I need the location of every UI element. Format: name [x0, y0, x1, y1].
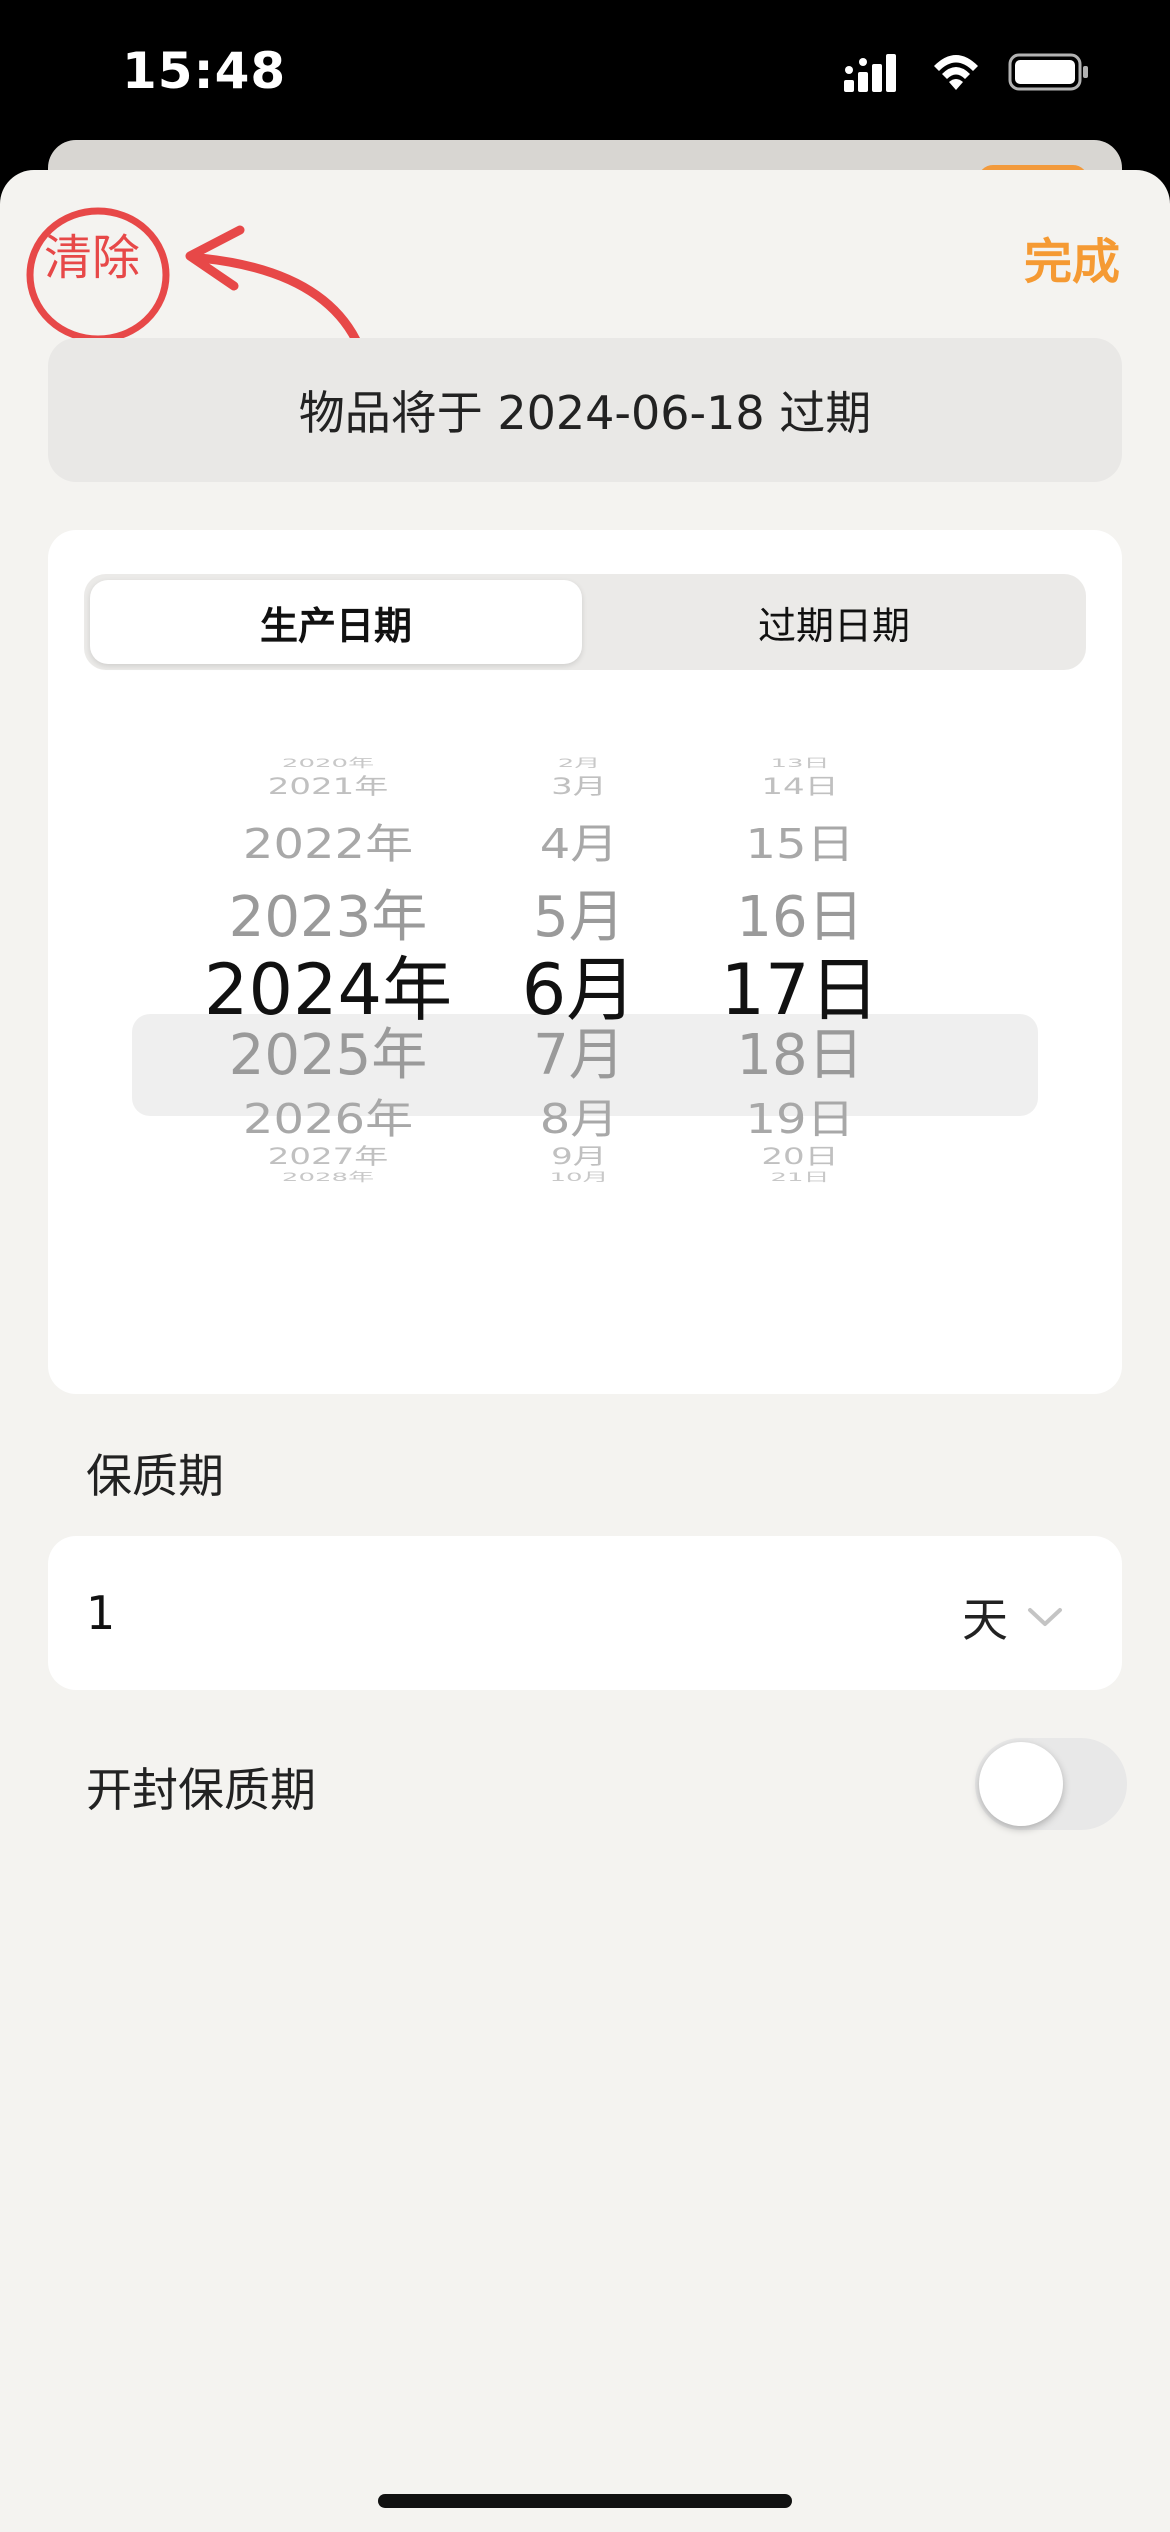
picker-item[interactable]: 2021年 [198, 769, 458, 801]
status-icons [844, 52, 1090, 92]
month-column[interactable]: 2月 3月 4月 5月 6月 7月 8月 9月 10月 [504, 750, 654, 1290]
picker-item[interactable]: 15日 [700, 810, 900, 870]
day-column[interactable]: 13日 14日 15日 16日 17日 18日 19日 20日 21日 [700, 750, 900, 1290]
shelf-life-unit-label: 天 [962, 1593, 1008, 1647]
opened-shelf-life-toggle[interactable] [975, 1738, 1127, 1830]
picker-item[interactable]: 2027年 [198, 1139, 458, 1171]
segment-expiry-date[interactable]: 过期日期 [588, 580, 1080, 664]
shelf-life-row: 1 天 [48, 1536, 1122, 1690]
expiry-banner: 物品将于 2024-06-18 过期 [48, 338, 1122, 482]
picker-item[interactable]: 9月 [504, 1139, 654, 1171]
year-column[interactable]: 2020年 2021年 2022年 2023年 2024年 2025年 2026… [198, 750, 458, 1290]
picker-item[interactable]: 2028年 [198, 1168, 458, 1185]
opened-shelf-life-label: 开封保质期 [86, 1763, 316, 1817]
picker-item[interactable]: 21日 [700, 1168, 900, 1185]
status-bar: 15:48 [0, 0, 1170, 150]
shelf-life-unit-select[interactable]: 天 [962, 1584, 1064, 1650]
expiry-banner-text: 物品将于 2024-06-18 过期 [298, 386, 872, 440]
picker-item[interactable]: 2022年 [198, 810, 458, 870]
date-sheet: 清除 完成 物品将于 2024-06-18 过期 生产日期 过期日期 2020年… [0, 170, 1170, 2532]
picker-item[interactable]: 2026年 [198, 1085, 458, 1145]
segment-production-date[interactable]: 生产日期 [90, 580, 582, 664]
picker-item[interactable]: 4月 [504, 810, 654, 870]
clear-button[interactable]: 清除 [44, 218, 140, 288]
shelf-life-input[interactable]: 1 [86, 1586, 115, 1640]
date-picker-card: 生产日期 过期日期 2020年 2021年 2022年 2023年 2024年 … [48, 530, 1122, 1394]
date-wheel-picker[interactable]: 2020年 2021年 2022年 2023年 2024年 2025年 2026… [48, 750, 1122, 1290]
picker-item[interactable]: 2025年 [198, 1010, 458, 1091]
status-time: 15:48 [122, 42, 287, 100]
chevron-down-icon [1028, 1608, 1062, 1626]
picker-item[interactable]: 7月 [504, 1010, 654, 1091]
cellular-signal-icon [844, 54, 896, 92]
picker-item[interactable]: 10月 [504, 1168, 654, 1185]
toggle-knob [979, 1742, 1063, 1826]
home-indicator [378, 2494, 792, 2508]
picker-item[interactable]: 19日 [700, 1085, 900, 1145]
picker-item[interactable]: 14日 [700, 769, 900, 801]
battery-icon [1008, 53, 1088, 91]
picker-item[interactable]: 8月 [504, 1085, 654, 1145]
wifi-icon [934, 55, 978, 90]
done-button[interactable]: 完成 [1024, 222, 1120, 292]
date-type-segmented-control: 生产日期 过期日期 [84, 574, 1086, 670]
shelf-life-label: 保质期 [86, 1449, 224, 1503]
picker-item[interactable]: 3月 [504, 769, 654, 801]
picker-item[interactable]: 18日 [700, 1010, 900, 1091]
picker-item[interactable]: 20日 [700, 1139, 900, 1171]
